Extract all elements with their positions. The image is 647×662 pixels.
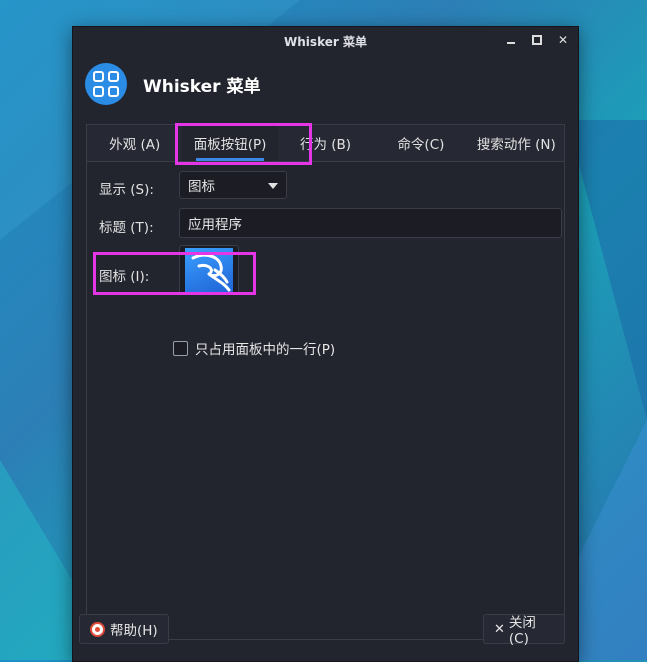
help-label: 帮助(H) [110,623,158,639]
tab-commands[interactable]: 命令(C) [373,125,468,161]
tab-label: 搜索动作 (N) [476,137,556,153]
icon-label: 图标 (I): [99,269,150,285]
maximize-icon [532,35,542,45]
display-combobox[interactable]: 图标 [179,171,287,199]
minimize-button[interactable] [504,33,518,47]
close-window-button[interactable]: ✕ [556,33,570,47]
whisker-menu-icon [85,63,127,105]
maximize-button[interactable] [530,33,544,47]
help-icon [90,621,105,637]
display-value: 图标 [188,179,215,195]
tab-label: 命令(C) [397,137,445,153]
single-row-checkbox[interactable] [173,340,188,356]
single-row-option[interactable]: 只占用面板中的一行(P) [173,338,335,358]
tab-label: 外观 (A) [109,137,161,153]
close-icon: ✕ [494,621,505,637]
display-label: 显示 (S): [99,182,154,198]
kali-dragon-icon [185,248,233,292]
window-controls: ✕ [504,33,570,47]
header-title: Whisker 菜单 [143,76,261,97]
titlebar[interactable]: Whisker 菜单 ✕ [73,27,578,55]
title-label: 标题 (T): [99,220,154,236]
title-input[interactable]: 应用程序 [179,208,562,238]
display-row: 显示 (S): 图标 [99,171,287,199]
tab-search-actions[interactable]: 搜索动作 (N) [469,125,564,161]
tab-behavior[interactable]: 行为 (B) [278,125,373,161]
close-button[interactable]: ✕ 关闭(C) [483,614,565,647]
close-label: 关闭(C) [508,615,536,647]
minimize-icon [507,42,515,44]
settings-notebook: 外观 (A) 面板按钮(P) 行为 (B) 命令(C) 搜索动作 (N) 显示 … [86,123,565,640]
single-row-label: 只占用面板中的一行(P) [195,342,336,358]
icon-row: 图标 (I): [93,245,256,295]
tab-bar: 外观 (A) 面板按钮(P) 行为 (B) 命令(C) 搜索动作 (N) [87,125,564,162]
help-button[interactable]: 帮助(H) [79,614,169,644]
close-icon: ✕ [557,33,569,47]
dialog-header: Whisker 菜单 [73,55,578,113]
title-row: 标题 (T): 应用程序 [99,208,562,238]
window-title: Whisker 菜单 [284,34,367,49]
title-value: 应用程序 [188,217,242,233]
icon-chooser-button[interactable] [179,245,239,295]
tab-appearance[interactable]: 外观 (A) [87,125,182,161]
desktop-shape [567,120,647,420]
chevron-down-icon [268,183,278,189]
tab-label: 面板按钮(P) [193,137,267,153]
tab-label: 行为 (B) [299,137,352,153]
whisker-settings-window: Whisker 菜单 ✕ Whisker 菜单 外观 (A) 面板按钮(P) 行… [72,26,579,662]
tab-panel-button[interactable]: 面板按钮(P) [182,125,278,161]
